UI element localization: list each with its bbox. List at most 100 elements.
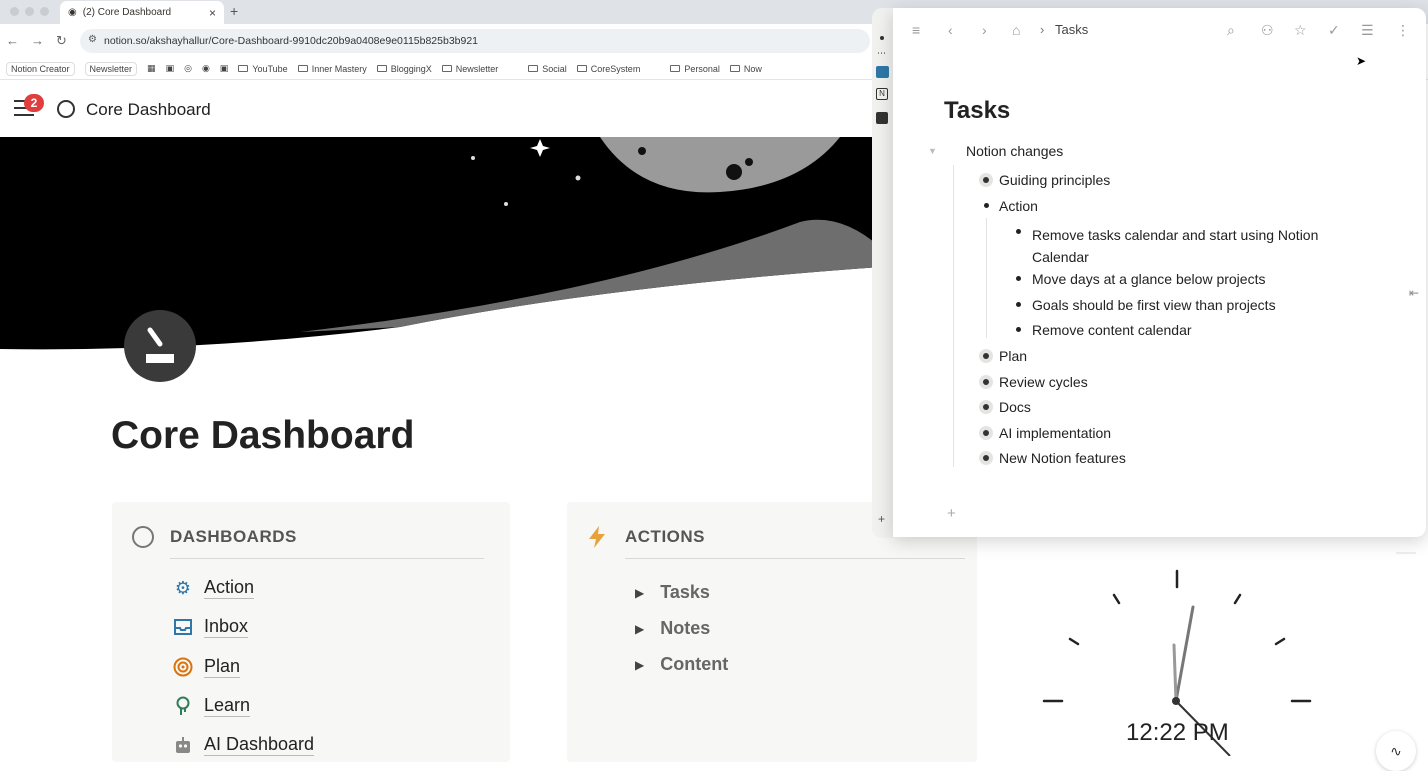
more-dots-icon[interactable]: ⋯ (877, 48, 886, 59)
bookmark-item[interactable]: Notion Creator (6, 61, 75, 76)
bookmark-folder[interactable]: CoreSystem (576, 64, 640, 74)
toggle-content[interactable]: ▶ Content (635, 654, 728, 675)
url-field[interactable]: ⚙ notion.so/akshayhallur/Core-Dashboard-… (80, 29, 870, 53)
panel-breadcrumb[interactable]: Tasks (1055, 22, 1088, 37)
dashboard-gauge-icon (132, 526, 154, 548)
notification-badge: 2 (24, 94, 44, 112)
bullet-icon (1016, 276, 1021, 281)
add-block-icon[interactable]: + (947, 505, 956, 522)
bookmark-folder[interactable]: Newsletter (441, 64, 498, 74)
bookmark-folder[interactable]: Now (729, 63, 762, 74)
dashboard-link-inbox[interactable]: Inbox (172, 616, 249, 638)
close-tab-icon[interactable]: × (209, 6, 216, 20)
browser-tab[interactable]: ◉ (2) Core Dashboard × (60, 1, 224, 24)
dashboard-link-label: Plan (204, 656, 241, 678)
toggle-notes[interactable]: ▶ Notes (635, 618, 710, 639)
bookmark-folder[interactable]: BloggingX (376, 64, 432, 74)
toggle-triangle-icon[interactable]: ▶ (635, 622, 644, 636)
collapsed-bullet-icon[interactable] (979, 349, 993, 363)
outline-root-item[interactable]: Notion changes (966, 143, 1063, 159)
bookmark-folder[interactable]: Inner Mastery (297, 64, 367, 74)
toggle-arrow-icon[interactable]: ▼ (928, 146, 937, 156)
window-zoom-dot[interactable] (40, 7, 49, 16)
collapsed-bullet-icon[interactable] (979, 375, 993, 389)
outline-item[interactable]: Guiding principles (999, 172, 1110, 188)
window-minimize-dot[interactable] (25, 7, 34, 16)
collapsed-bullet-icon[interactable] (979, 173, 993, 187)
toggle-triangle-icon[interactable]: ▶ (635, 586, 644, 600)
inbox-icon (172, 616, 194, 638)
globe-bookmark-icon[interactable]: ◎ (184, 63, 192, 74)
bookmark-label: Social (542, 63, 567, 74)
grid-app-icon[interactable] (876, 112, 888, 124)
back-icon[interactable]: ← (6, 33, 19, 48)
outline-item[interactable]: Action (999, 198, 1038, 214)
site-info-icon[interactable]: ⚙ (88, 34, 97, 45)
panel-page-title[interactable]: Tasks (944, 97, 1010, 125)
add-person-icon[interactable]: ⚇ (1261, 22, 1274, 39)
panel-side-strip: ⋯ N + (872, 8, 894, 538)
url-text: notion.so/akshayhallur/Core-Dashboard-99… (104, 35, 479, 47)
toggle-tasks[interactable]: ▶ Tasks (635, 582, 710, 603)
bookmark-folder[interactable]: Personal (670, 64, 720, 74)
notion-favicon-icon: ◉ (68, 7, 77, 18)
outline-subitem[interactable]: Goals should be first view than projects (1032, 297, 1276, 313)
brain-icon (172, 695, 194, 717)
outline-subitem[interactable]: Remove content calendar (1032, 322, 1192, 338)
collapsed-bullet-icon[interactable] (979, 451, 993, 465)
star-icon[interactable]: ☆ (1294, 22, 1307, 39)
breadcrumb-page-title[interactable]: Core Dashboard (86, 100, 211, 120)
notion-app-icon[interactable]: N (876, 88, 888, 100)
page-icon[interactable] (124, 310, 196, 382)
forward-icon[interactable]: → (31, 33, 44, 48)
more-options-icon[interactable]: ⋮ (1396, 22, 1410, 39)
apps-grid-icon[interactable]: ▦ (147, 63, 156, 74)
dashboard-link-plan[interactable]: Plan (172, 656, 241, 678)
bookmark-folder[interactable]: Social (528, 64, 567, 74)
new-tab-icon[interactable]: + (230, 3, 238, 19)
outline-item[interactable]: Plan (999, 348, 1027, 364)
outline-item[interactable]: New Notion features (999, 450, 1126, 466)
bookmark-item[interactable]: Newsletter (84, 61, 138, 76)
toggle-label: Notes (660, 618, 711, 638)
list-icon[interactable]: ☰ (1361, 22, 1374, 39)
folder-icon (441, 65, 452, 72)
search-icon[interactable]: ⌕ (1227, 22, 1235, 39)
bookmark-label: Personal (684, 63, 720, 74)
outline-subitem[interactable]: Remove tasks calendar and start using No… (1032, 224, 1332, 268)
reload-icon[interactable]: ↻ (56, 33, 67, 49)
clock-digital-time: 12:22 PM (1126, 719, 1229, 746)
square-bookmark-icon[interactable]: ▣ (220, 63, 229, 74)
collapsed-bullet-icon[interactable] (979, 400, 993, 414)
folder-icon (376, 65, 387, 72)
help-icon[interactable]: ∿ (1376, 731, 1416, 771)
toggle-label: Content (660, 654, 729, 674)
page-emoji-icon (57, 100, 75, 118)
collapse-panel-icon[interactable]: ⇤ (1409, 286, 1419, 300)
add-app-icon[interactable]: + (878, 512, 885, 526)
dashboard-link-action[interactable]: ⚙ Action (172, 577, 255, 599)
outline-item[interactable]: Review cycles (999, 374, 1088, 390)
dashboard-link-label: Action (204, 577, 255, 599)
outline-item[interactable]: Docs (999, 399, 1031, 415)
notion-bookmark-icon[interactable]: ▣ (166, 63, 175, 74)
collapsed-bullet-icon[interactable] (979, 426, 993, 440)
check-icon[interactable]: ✓ (1328, 22, 1340, 39)
dashboard-link-ai[interactable]: AI Dashboard (172, 734, 315, 756)
circle-bookmark-icon[interactable]: ◉ (202, 63, 210, 74)
bullet-icon (1016, 302, 1021, 307)
outline-subitem[interactable]: Move days at a glance below projects (1032, 271, 1265, 287)
outline-item[interactable]: AI implementation (999, 425, 1111, 441)
panel-forward-icon[interactable]: › (982, 22, 987, 38)
menu-lines-icon[interactable]: ≡ (912, 22, 920, 38)
toggle-triangle-icon[interactable]: ▶ (635, 658, 644, 672)
panel-back-icon[interactable]: ‹ (948, 22, 953, 38)
dashboard-link-learn[interactable]: Learn (172, 695, 251, 717)
bookmark-folder[interactable]: YouTube (238, 64, 288, 74)
app-calendar-icon[interactable] (876, 66, 889, 78)
home-icon[interactable]: ⌂ (1012, 22, 1020, 38)
page-title[interactable]: Core Dashboard (111, 414, 414, 458)
window-close-dot[interactable] (10, 7, 19, 16)
bookmark-label: Now (743, 63, 762, 74)
folder-icon (729, 65, 740, 72)
